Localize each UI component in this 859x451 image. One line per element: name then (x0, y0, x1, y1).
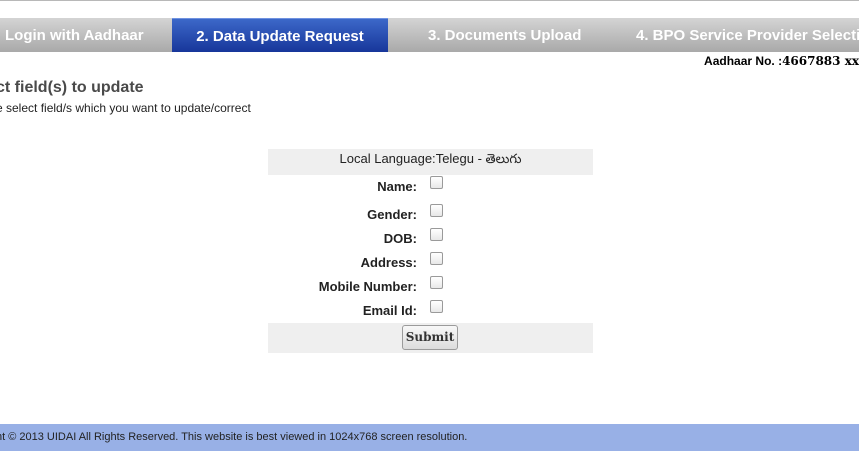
field-label-address: Address: (360, 255, 417, 270)
submit-button[interactable]: Submit (402, 325, 458, 350)
local-language-row: Local Language:Telegu - తెలుగు (268, 149, 593, 175)
step-data-update-request[interactable]: 2. Data Update Request (172, 18, 388, 52)
email-id-checkbox[interactable] (430, 300, 443, 313)
local-language-value: Telegu - తెలుగు (435, 151, 522, 166)
field-label-mobile-number: Mobile Number: (318, 279, 417, 294)
step-bpo-service-provider-selection[interactable]: 4. BPO Service Provider Selectio (636, 18, 859, 52)
field-label-dob: DOB: (383, 231, 417, 246)
aadhaar-number: Aadhaar No. :4667883 xx (704, 54, 859, 68)
field-label-gender: Gender: (367, 207, 417, 222)
field-row-name: Name: (268, 176, 593, 198)
footer: ht © 2013 UIDAI All Rights Reserved. Thi… (0, 424, 859, 451)
field-row-dob: DOB: (268, 228, 593, 250)
aadhaar-label: Aadhaar No. : (704, 54, 783, 68)
field-row-gender: Gender: (268, 204, 593, 226)
mobile-number-checkbox[interactable] (430, 276, 443, 289)
step-navigation: Login with Aadhaar 2. Data Update Reques… (0, 18, 859, 52)
instruction-text: e select field/s which you want to updat… (0, 101, 251, 115)
address-checkbox[interactable] (430, 252, 443, 265)
top-divider (0, 0, 859, 1)
local-language-label: Local Language: (339, 151, 436, 166)
step-login-with-aadhaar[interactable]: Login with Aadhaar (5, 18, 144, 52)
field-label-email-id: Email Id: (362, 303, 417, 318)
field-row-address: Address: (268, 252, 593, 274)
aadhaar-value: 4667883 xx (782, 54, 859, 68)
page-title: ct field(s) to update (0, 79, 144, 96)
dob-checkbox[interactable] (430, 228, 443, 241)
update-fields-form: Local Language:Telegu - తెలుగు Name: Gen… (268, 149, 593, 353)
submit-row: Submit (268, 323, 593, 353)
gender-checkbox[interactable] (430, 204, 443, 217)
copyright-text: ht © 2013 UIDAI All Rights Reserved. Thi… (0, 431, 468, 443)
field-label-name: Name: (377, 179, 417, 194)
field-row-email-id: Email Id: (268, 300, 593, 322)
step-documents-upload[interactable]: 3. Documents Upload (428, 18, 581, 52)
name-checkbox[interactable] (430, 176, 443, 189)
field-row-mobile-number: Mobile Number: (268, 276, 593, 298)
